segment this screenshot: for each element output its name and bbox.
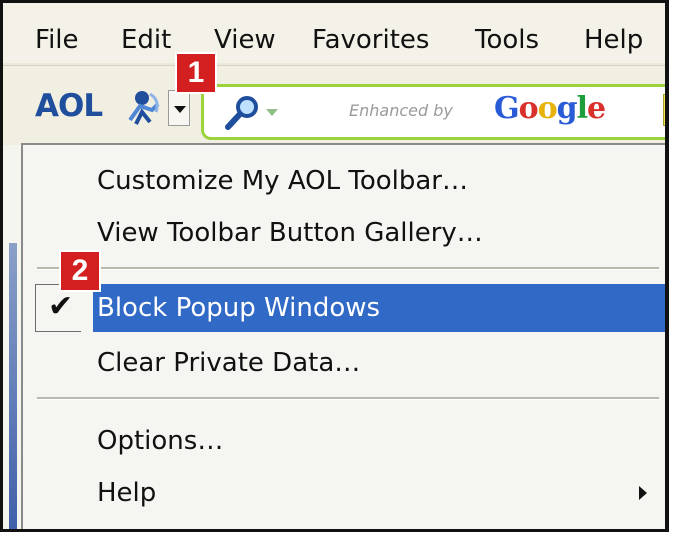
aol-toolbar-dropdown-menu: Customize My AOL Toolbar… View Toolbar B… (21, 143, 665, 529)
aol-running-man-icon[interactable] (122, 86, 164, 126)
menu-edit[interactable]: Edit (121, 25, 171, 55)
callout-badge-2: 2 (61, 252, 99, 290)
menu-item-clear-private-data[interactable]: Clear Private Data… (23, 339, 665, 387)
menu-help[interactable]: Help (584, 25, 643, 55)
google-logo: Google (494, 91, 606, 126)
aol-logo[interactable]: AOL (35, 88, 103, 124)
search-box[interactable]: Enhanced by Google (201, 84, 665, 140)
toolbar-button-partial[interactable] (663, 94, 665, 126)
menu-item-block-popups[interactable]: Block Popup Windows (93, 284, 665, 332)
menu-tools[interactable]: Tools (475, 25, 539, 55)
page-edge-strip (9, 243, 17, 529)
aol-toolbar: AOL Enhanced by Google (3, 65, 665, 146)
checkmark-box: ✔ (35, 284, 81, 332)
dropdown-arrow-icon[interactable] (168, 90, 190, 126)
menu-favorites[interactable]: Favorites (312, 25, 429, 55)
menu-separator (37, 397, 659, 400)
menu-item-customize[interactable]: Customize My AOL Toolbar… (23, 157, 665, 205)
browser-window: File Edit View Favorites Tools Help AOL … (0, 0, 669, 532)
menu-view[interactable]: View (214, 25, 276, 55)
callout-badge-1: 1 (177, 54, 215, 92)
checkmark-icon: ✔ (48, 289, 74, 324)
menu-separator (37, 267, 659, 270)
menu-file[interactable]: File (35, 25, 79, 55)
search-dropdown-icon[interactable] (266, 109, 278, 116)
enhanced-by-label: Enhanced by (349, 101, 453, 120)
magnifier-icon[interactable] (222, 93, 262, 133)
submenu-arrow-icon (639, 486, 647, 500)
menu-item-help[interactable]: Help (23, 469, 665, 517)
menu-bar: File Edit View Favorites Tools Help (3, 3, 665, 63)
menu-item-button-gallery[interactable]: View Toolbar Button Gallery… (23, 209, 665, 257)
menu-item-options[interactable]: Options… (23, 417, 665, 465)
